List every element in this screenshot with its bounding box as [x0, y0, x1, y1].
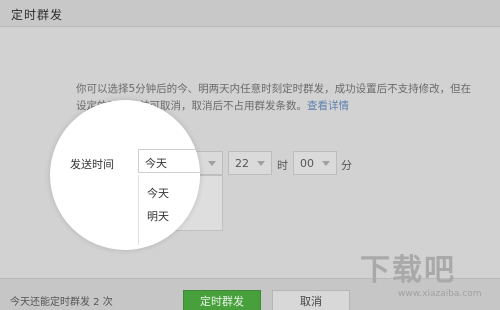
hour-select-value: 22 — [235, 157, 249, 170]
magnified-day-options: 今天 明天 — [138, 175, 200, 245]
minute-select-value: 00 — [300, 157, 314, 170]
hour-select[interactable]: 22 — [228, 151, 272, 175]
schedule-send-button[interactable]: 定时群发 — [183, 290, 261, 310]
chevron-down-icon — [208, 161, 216, 166]
day-option-tomorrow[interactable]: 明天 — [147, 208, 169, 224]
magnifier-highlight: 发送时间 今天 今天 明天 — [50, 100, 200, 250]
chevron-down-icon — [322, 161, 330, 166]
magnified-day-value: 今天 — [145, 157, 167, 170]
view-details-link[interactable]: 查看详情 — [307, 100, 349, 112]
hour-unit: 时 — [277, 159, 288, 172]
watermark-url-text: www.xiazaiba.com — [398, 289, 482, 299]
magnified-send-time-label: 发送时间 — [70, 158, 114, 171]
scheduled-broadcast-dialog: 定时群发 你可以选择5分钟后的今、明两天内任意时刻定时群发，成功设置后不支持修改… — [0, 0, 500, 310]
dialog-title: 定时群发 — [11, 8, 64, 22]
chevron-down-icon — [257, 161, 265, 166]
watermark-main-text: 下载吧 — [360, 253, 456, 288]
magnified-day-select[interactable]: 今天 — [138, 149, 200, 173]
day-option-today[interactable]: 今天 — [147, 185, 169, 201]
remaining-quota-text: 今天还能定时群发 2 次 — [10, 297, 113, 308]
minute-unit: 分 — [341, 159, 352, 172]
minute-select[interactable]: 00 — [293, 151, 337, 175]
watermark-logo: 下载吧 www.xiazaiba.com — [360, 245, 490, 300]
dialog-titlebar: 定时群发 — [0, 0, 500, 27]
cancel-button[interactable]: 取消 — [272, 290, 350, 310]
